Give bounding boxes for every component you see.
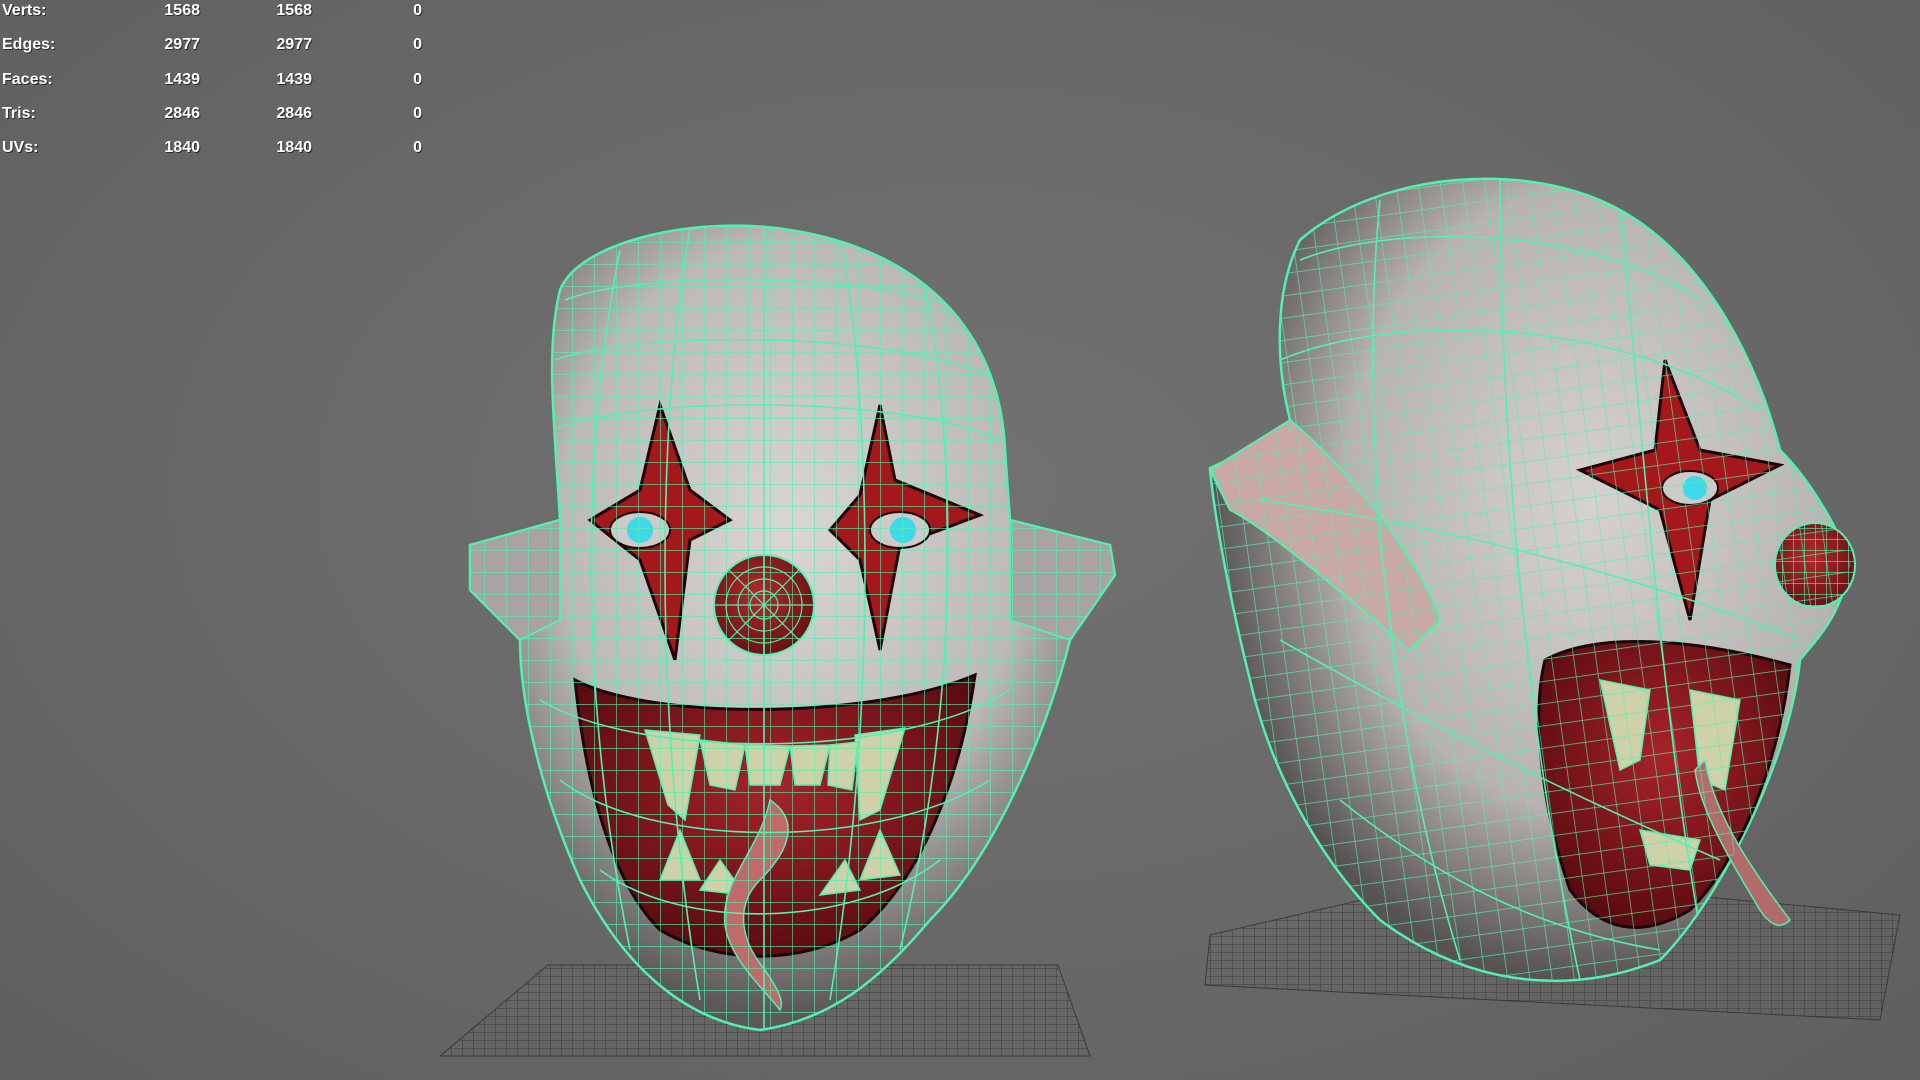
hud-value: 2977 xyxy=(276,36,312,54)
hud-label: Faces: xyxy=(2,70,53,88)
hud-value: 1568 xyxy=(276,2,312,19)
hud-value: 0 xyxy=(413,104,422,122)
hud-label: Tris: xyxy=(2,104,36,122)
hud-row-edges: Edges: 2977 2977 0 xyxy=(2,28,432,62)
wireframe-overlay-side xyxy=(1210,178,1850,981)
hud-value: 1840 xyxy=(276,139,312,157)
hud-value: 2846 xyxy=(276,104,312,122)
hud-value: 1568 xyxy=(164,2,200,19)
poly-count-hud: Verts: 1568 1568 0 Edges: 2977 2977 0 Fa… xyxy=(2,0,432,165)
hud-value: 1439 xyxy=(164,70,200,88)
hud-value: 0 xyxy=(413,2,422,19)
viewport-3d[interactable]: Verts: 1568 1568 0 Edges: 2977 2977 0 Fa… xyxy=(0,0,1920,1080)
hud-value: 0 xyxy=(413,139,422,157)
hud-label: Edges: xyxy=(2,36,56,54)
hud-value: 1439 xyxy=(276,70,312,88)
clown-head-side[interactable] xyxy=(1145,118,1915,1042)
clown-head-front[interactable] xyxy=(460,220,1120,1040)
wireframe-overlay-front xyxy=(470,225,1115,1030)
hud-row-uvs: UVs: 1840 1840 0 xyxy=(2,131,432,165)
hud-label: Verts: xyxy=(2,2,47,19)
hud-label: UVs: xyxy=(2,139,39,157)
hud-value: 2977 xyxy=(164,36,200,54)
hud-row-faces: Faces: 1439 1439 0 xyxy=(2,63,432,97)
hud-value: 1840 xyxy=(164,139,200,157)
hud-value: 0 xyxy=(413,36,422,54)
hud-value: 0 xyxy=(413,70,422,88)
hud-row-verts: Verts: 1568 1568 0 xyxy=(2,0,432,28)
hud-value: 2846 xyxy=(164,104,200,122)
hud-row-tris: Tris: 2846 2846 0 xyxy=(2,97,432,131)
